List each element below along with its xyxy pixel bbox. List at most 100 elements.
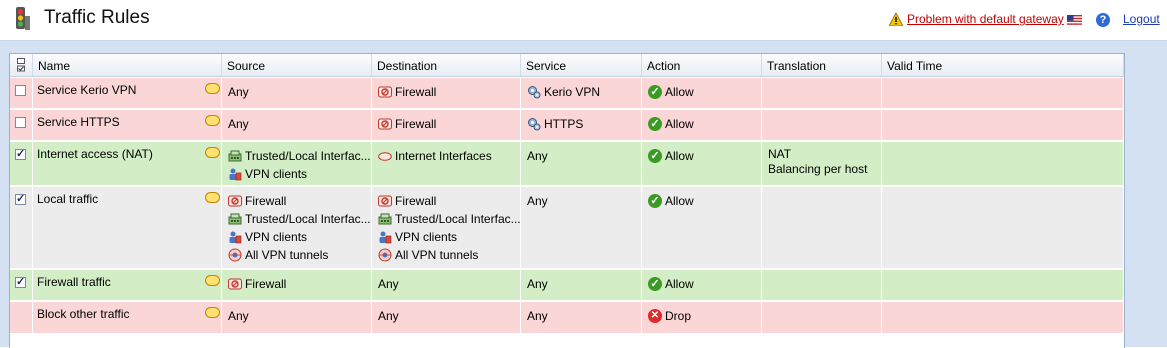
rule-name-cell: Block other traffic [33,302,222,333]
service-gear-icon [528,86,541,99]
firewall-icon [228,195,242,207]
column-header-valid-time[interactable]: Valid Time [882,54,1124,76]
cell-text: Trusted/Local Interfac... [245,149,371,163]
firewall-icon [378,195,392,207]
comment-icon[interactable] [205,307,220,318]
rule-row[interactable]: Service Kerio VPN Any Firewall Kerio VPN ✓ Al… [10,78,1124,109]
help-icon[interactable]: ? [1096,13,1110,27]
allow-icon: ✓ [648,194,662,208]
rule-name-cell: Service HTTPS [33,110,222,140]
cell-text: Any [378,277,399,291]
cell-item: Trusted/Local Interfac... [228,148,371,164]
column-header-source[interactable]: Source [222,54,372,76]
checkbox-cell: ✓ [10,270,33,300]
rule-action[interactable]: ✓ Allow [648,148,694,164]
cell-item: VPN clients [378,229,457,245]
rule-row[interactable]: ✓ Internet access (NAT) Trusted/Local Inte… [10,142,1124,186]
comment-icon[interactable] [205,83,220,94]
cell-text: Local traffic [37,192,99,206]
gateway-warning-link[interactable]: Problem with default gateway [907,12,1064,26]
rule-action[interactable]: ✓ Allow [648,84,694,100]
rule-name[interactable]: Service HTTPS [37,114,120,130]
cell-text: Any [527,309,548,323]
rule-name-cell: Local traffic [33,187,222,268]
rule-enabled-checkbox-checked[interactable]: ✓ [15,149,26,160]
gateway-warning[interactable]: Problem with default gateway [889,12,1064,26]
rule-enabled-checkbox[interactable] [15,85,26,96]
rule-action[interactable]: ✓ Allow [648,193,694,209]
rule-action[interactable]: ✓ Allow [648,116,694,132]
source-cell: Any [222,110,372,140]
cell-item: Firewall [378,193,436,209]
cell-text: Any [378,309,399,323]
service-gear-icon [528,118,541,131]
comment-icon[interactable] [205,275,220,286]
cell-text: Internet access (NAT) [37,147,153,161]
comment-icon[interactable] [205,115,220,126]
work-area: Name Source Destination Service Action T… [0,41,1167,348]
vpn-tunnel-icon [378,248,392,262]
service-cell: Kerio VPN [521,78,642,108]
column-header-action[interactable]: Action [642,54,762,76]
logout-link[interactable]: Logout [1123,12,1160,26]
allow-icon: ✓ [648,149,662,163]
cell-text: Service Kerio VPN [37,83,137,97]
rule-name[interactable]: Service Kerio VPN [37,82,136,98]
cell-item: Any [527,276,548,292]
rule-action[interactable]: ✓ Allow [648,276,694,292]
cell-item: Any [527,148,548,164]
rule-row[interactable]: ✓ Local traffic Firewall Trusted/Local Inte… [10,187,1124,269]
cell-item: All VPN tunnels [378,247,478,263]
cell-item: Kerio VPN [527,84,600,100]
checkbox-cell: ✓ [10,142,33,185]
action-cell: ✓ Allow [642,110,762,140]
source-cell: Any [222,302,372,333]
rule-enabled-checkbox-checked[interactable]: ✓ [15,277,26,288]
allow-icon: ✓ [648,85,662,99]
source-cell: Trusted/Local Interfac... VPN clients [222,142,372,185]
rule-name[interactable]: Block other traffic [37,306,129,322]
comment-icon[interactable] [205,147,220,158]
cell-text: VPN clients [245,167,308,181]
service-cell: Any [521,302,642,333]
cell-item: Any [228,84,249,100]
cell-text: Kerio VPN [544,85,601,99]
rule-name[interactable]: Firewall traffic [37,274,111,290]
translation-cell [762,302,882,333]
cell-item: Any [378,276,399,292]
rule-row[interactable]: Block other traffic Any Any Any ✕ Drop [10,302,1124,334]
rule-row[interactable]: Service HTTPS Any Firewall HTTPS ✓ Allow [10,110,1124,141]
rule-action[interactable]: ✕ Drop [648,308,691,324]
column-header-translation[interactable]: Translation [762,54,882,76]
rule-enabled-checkbox[interactable] [15,117,26,128]
allow-icon: ✓ [648,277,662,291]
destination-cell: Any [372,302,521,333]
column-header-name[interactable]: Name [33,54,222,76]
valid-time-cell [882,110,1124,140]
cell-text: Block other traffic [37,307,130,321]
column-header-service[interactable]: Service [521,54,642,76]
cell-item: All VPN tunnels [228,247,328,263]
cell-item: Firewall [228,193,286,209]
cell-text: Firewall [245,194,287,208]
us-flag-icon[interactable] [1067,15,1082,25]
rule-name[interactable]: Internet access (NAT) [37,146,153,162]
valid-time-cell [882,302,1124,333]
comment-icon[interactable] [205,192,220,203]
rule-name[interactable]: Local traffic [37,191,98,207]
destination-cell: Firewall [372,78,521,108]
allow-icon: ✓ [648,117,662,131]
rule-row[interactable]: ✓ Firewall traffic Firewall Any Any ✓ Allow [10,270,1124,301]
destination-cell: Firewall Trusted/Local Interfac... VPN cli… [372,187,521,268]
cell-text: VPN clients [395,230,458,244]
source-cell: Any [222,78,372,108]
checkbox-cell: ✓ [10,187,33,268]
cell-item: VPN clients [228,166,307,182]
checkbox-cell [10,110,33,140]
select-all-column[interactable] [10,54,33,76]
column-header-destination[interactable]: Destination [372,54,521,76]
cell-item: Any [228,116,249,132]
rule-enabled-checkbox-checked[interactable]: ✓ [15,194,26,205]
valid-time-cell [882,187,1124,268]
vpn-clients-icon [379,231,392,244]
